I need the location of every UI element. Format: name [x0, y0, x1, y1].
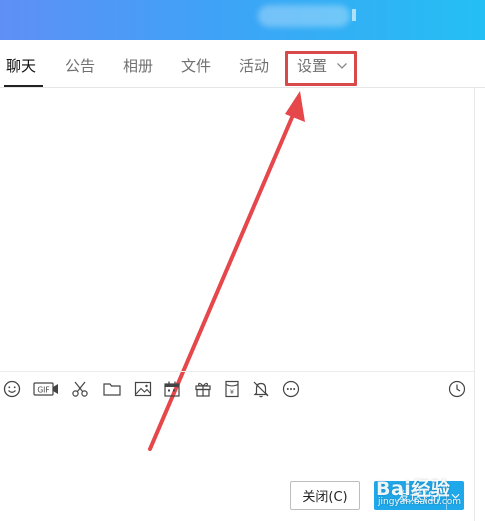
svg-text:¥: ¥	[230, 388, 234, 396]
more-tools-button[interactable]	[280, 378, 302, 400]
smiley-icon	[3, 380, 21, 398]
blurred-title-mark	[352, 9, 356, 21]
tab-files[interactable]: 文件	[181, 55, 211, 77]
message-history-button[interactable]	[446, 378, 468, 400]
more-icon	[282, 380, 300, 398]
red-packet-button[interactable]: ¥	[221, 378, 243, 400]
send-image-button[interactable]	[132, 378, 154, 400]
gift-icon	[195, 382, 211, 397]
watermark-sub-text: jingyan.baidu.com	[378, 497, 462, 507]
schedule-button[interactable]	[161, 378, 183, 400]
gif-icon: GIF	[33, 382, 58, 396]
clock-icon	[448, 380, 466, 398]
tab-bar: 聊天 公告 相册 文件 活动 设置	[0, 40, 485, 88]
toolbar-divider	[0, 371, 474, 372]
tab-chat[interactable]: 聊天	[6, 55, 36, 77]
tab-activities[interactable]: 活动	[239, 55, 269, 77]
baidu-jingyan-watermark: Bai经验 jingyan.baidu.com	[368, 470, 485, 514]
right-panel-divider	[474, 88, 475, 521]
tab-announcements[interactable]: 公告	[65, 55, 95, 77]
send-file-button[interactable]	[101, 378, 123, 400]
svg-text:GIF: GIF	[37, 386, 49, 395]
bell-off-icon	[253, 381, 269, 398]
title-bar[interactable]	[0, 0, 485, 40]
gif-button[interactable]: GIF	[33, 378, 59, 400]
close-button[interactable]: 关闭(C)	[290, 481, 360, 510]
image-icon	[134, 381, 152, 397]
settings-highlight-box	[285, 51, 357, 86]
emoji-button[interactable]	[1, 378, 23, 400]
active-tab-indicator	[4, 85, 43, 87]
group-chat-window: 聊天 公告 相册 文件 活动 设置 GIF ¥ 关闭(C) 发送(S) Bai经…	[0, 0, 485, 521]
red-packet-icon: ¥	[225, 380, 239, 398]
mute-notifications-button[interactable]	[250, 378, 272, 400]
tab-album[interactable]: 相册	[123, 55, 153, 77]
calendar-icon	[164, 381, 180, 397]
folder-icon	[103, 383, 121, 396]
blurred-group-name	[258, 5, 350, 27]
close-button-label: 关闭(C)	[302, 490, 348, 505]
scissors-icon	[72, 381, 88, 397]
gift-button[interactable]	[192, 378, 214, 400]
screenshot-button[interactable]	[69, 378, 91, 400]
